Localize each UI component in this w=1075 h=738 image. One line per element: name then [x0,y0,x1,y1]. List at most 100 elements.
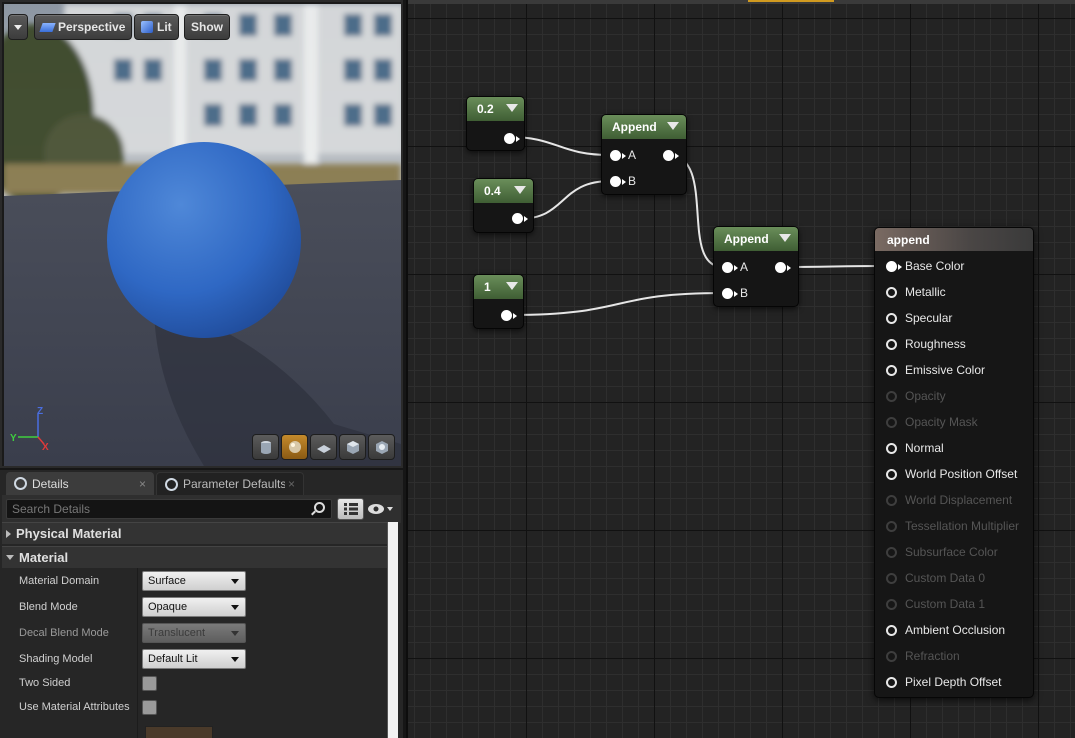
material-input-label: Refraction [905,649,960,663]
property-row: Blend Mode Opaque [2,594,387,620]
chevron-down-icon [6,555,14,560]
input-pin-a[interactable] [610,150,626,161]
constant-node[interactable]: 0.2 [466,96,525,151]
axis-y-label: Y [10,433,17,444]
cube-preview-icon[interactable] [339,434,366,460]
chevron-down-icon [387,507,393,511]
plane-preview-icon[interactable] [310,434,337,460]
append-node[interactable]: Append A B [713,226,799,307]
node-header: Append [714,227,798,251]
property-row: Material Domain Surface [2,568,387,594]
material-input-pin [886,573,897,584]
pin-label: B [740,286,749,300]
chevron-down-icon[interactable] [506,282,518,290]
property-row-partial [2,719,387,738]
material-input-pin[interactable] [886,339,897,350]
node-title: 1 [484,280,491,294]
perspective-label: Perspective [58,20,126,34]
material-input-label: Subsurface Color [905,545,998,559]
viewport-options-button[interactable] [8,14,28,40]
input-pin-a[interactable] [722,262,738,273]
chevron-down-icon[interactable] [514,186,526,194]
property-row: Shading Model Default Lit [2,646,387,672]
material-input-label: World Displacement [905,493,1013,507]
node-title: Append [612,120,657,134]
constant-node[interactable]: 1 [473,274,524,329]
output-pin[interactable] [512,213,528,224]
show-label: Show [191,20,223,34]
material-input-pin[interactable] [886,365,897,376]
texture-thumbnail[interactable] [145,726,213,738]
tab-details[interactable]: Details × [6,472,154,495]
category-material[interactable]: Material [2,546,392,568]
details-icon [14,477,27,490]
blend-mode-dropdown[interactable]: Opaque [142,597,246,617]
node-header: append [875,228,1033,251]
chevron-down-icon [231,631,239,636]
two-sided-checkbox[interactable] [142,676,157,691]
material-input-pin[interactable] [886,261,902,272]
tab-parameter-defaults[interactable]: Parameter Defaults × [156,472,304,495]
input-pin-b[interactable] [722,288,738,299]
lit-cube-icon [141,21,153,33]
category-physical-material[interactable]: Physical Material [2,522,392,544]
node-header: Append [602,115,686,139]
property-label: Decal Blend Mode [19,627,109,639]
use-material-attributes-checkbox[interactable] [142,700,157,715]
view-options-button[interactable] [367,500,399,518]
property-label: Shading Model [19,653,93,665]
perspective-button[interactable]: Perspective [34,14,133,40]
material-input-label: Emissive Color [905,363,986,377]
search-row: Search Details [2,495,401,523]
property-label: Two Sided [19,677,71,689]
material-input-label: Specular [905,311,953,325]
property-label: Material Domain [19,575,100,587]
chevron-down-icon [231,579,239,584]
dropdown-value: Default Lit [148,653,198,665]
material-input-pin[interactable] [886,443,897,454]
material-domain-dropdown[interactable]: Surface [142,571,246,591]
input-pin-b[interactable] [610,176,626,187]
constant-node[interactable]: 0.4 [473,178,534,233]
property-matrix-button[interactable] [337,498,364,520]
material-input-label: Metallic [905,285,946,299]
show-button[interactable]: Show [184,14,230,40]
sphere-preview-icon[interactable] [281,434,308,460]
lit-button[interactable]: Lit [134,14,179,40]
details-scrollbar[interactable] [387,522,398,738]
material-result-node[interactable]: append Base Color Metallic Specular Roughne… [874,227,1034,698]
append-node[interactable]: Append A B [601,114,687,195]
output-pin[interactable] [775,262,791,273]
material-input-label: Pixel Depth Offset [905,675,1002,689]
material-graph[interactable]: 0.2 0.4 1 Append A B Append A B append B… [406,0,1075,738]
material-input-label: Base Color [905,259,965,273]
output-pin[interactable] [501,310,517,321]
material-input-label: Roughness [905,337,966,351]
close-icon[interactable]: × [284,477,295,491]
shading-model-dropdown[interactable]: Default Lit [142,649,246,669]
axis-z-label: Z [37,406,43,417]
output-pin[interactable] [663,150,679,161]
material-input-pin [886,547,897,558]
material-input-label: Opacity [905,389,946,403]
preview-viewport[interactable]: Z Y X Perspective Lit Show [0,0,403,468]
custom-mesh-icon[interactable] [368,434,395,460]
output-pin[interactable] [504,133,520,144]
chevron-down-icon[interactable] [667,122,679,130]
property-row: Two Sided [2,671,387,695]
material-input-pin[interactable] [886,625,897,636]
tab-details-label: Details [32,476,69,491]
material-input-pin[interactable] [886,677,897,688]
close-icon[interactable]: × [139,477,146,491]
search-input[interactable]: Search Details [6,499,332,519]
chevron-down-icon[interactable] [506,104,518,112]
cylinder-preview-icon[interactable] [252,434,279,460]
chevron-down-icon[interactable] [779,234,791,242]
preview-scene[interactable]: Z Y X [4,4,401,466]
parameter-icon [165,477,178,491]
material-input-pin [886,417,897,428]
node-title: append [887,232,930,247]
material-input-pin[interactable] [886,287,897,298]
material-input-pin[interactable] [886,313,897,324]
material-input-pin[interactable] [886,469,897,480]
